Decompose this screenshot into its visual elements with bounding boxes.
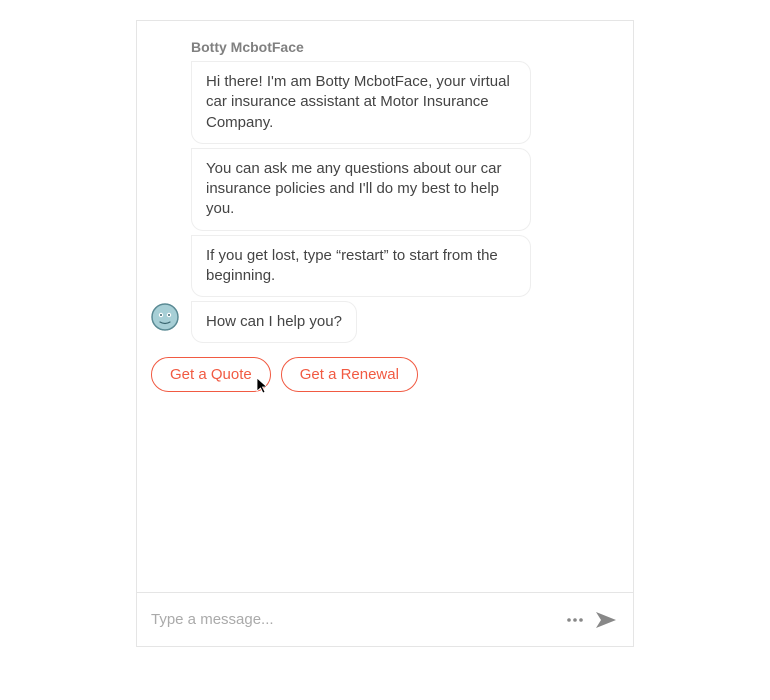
quick-replies: Get a Quote Get a Renewal: [151, 357, 619, 392]
chat-body: Botty McbotFace Hi there! I'm am Botty M…: [137, 21, 633, 592]
message-row: You can ask me any questions about our c…: [151, 148, 619, 231]
input-bar: [137, 592, 633, 646]
bot-message: If you get lost, type “restart” to start…: [191, 235, 531, 298]
send-icon: [593, 607, 619, 633]
bot-name: Botty McbotFace: [191, 39, 619, 55]
message-input[interactable]: [151, 611, 557, 628]
bot-message: How can I help you?: [191, 301, 357, 343]
send-button[interactable]: [593, 607, 619, 633]
quick-reply-quote[interactable]: Get a Quote: [151, 357, 271, 392]
bot-message: Hi there! I'm am Botty McbotFace, your v…: [191, 61, 531, 144]
message-row: If you get lost, type “restart” to start…: [151, 235, 619, 298]
bot-message: You can ask me any questions about our c…: [191, 148, 531, 231]
avatar-slot: [151, 301, 191, 331]
more-icon: [565, 610, 585, 630]
bot-avatar-icon: [151, 303, 179, 331]
message-row: Hi there! I'm am Botty McbotFace, your v…: [151, 61, 619, 144]
chat-window: Botty McbotFace Hi there! I'm am Botty M…: [136, 20, 634, 647]
message-row: How can I help you?: [151, 301, 619, 343]
more-button[interactable]: [565, 610, 585, 630]
quick-reply-renewal[interactable]: Get a Renewal: [281, 357, 418, 392]
